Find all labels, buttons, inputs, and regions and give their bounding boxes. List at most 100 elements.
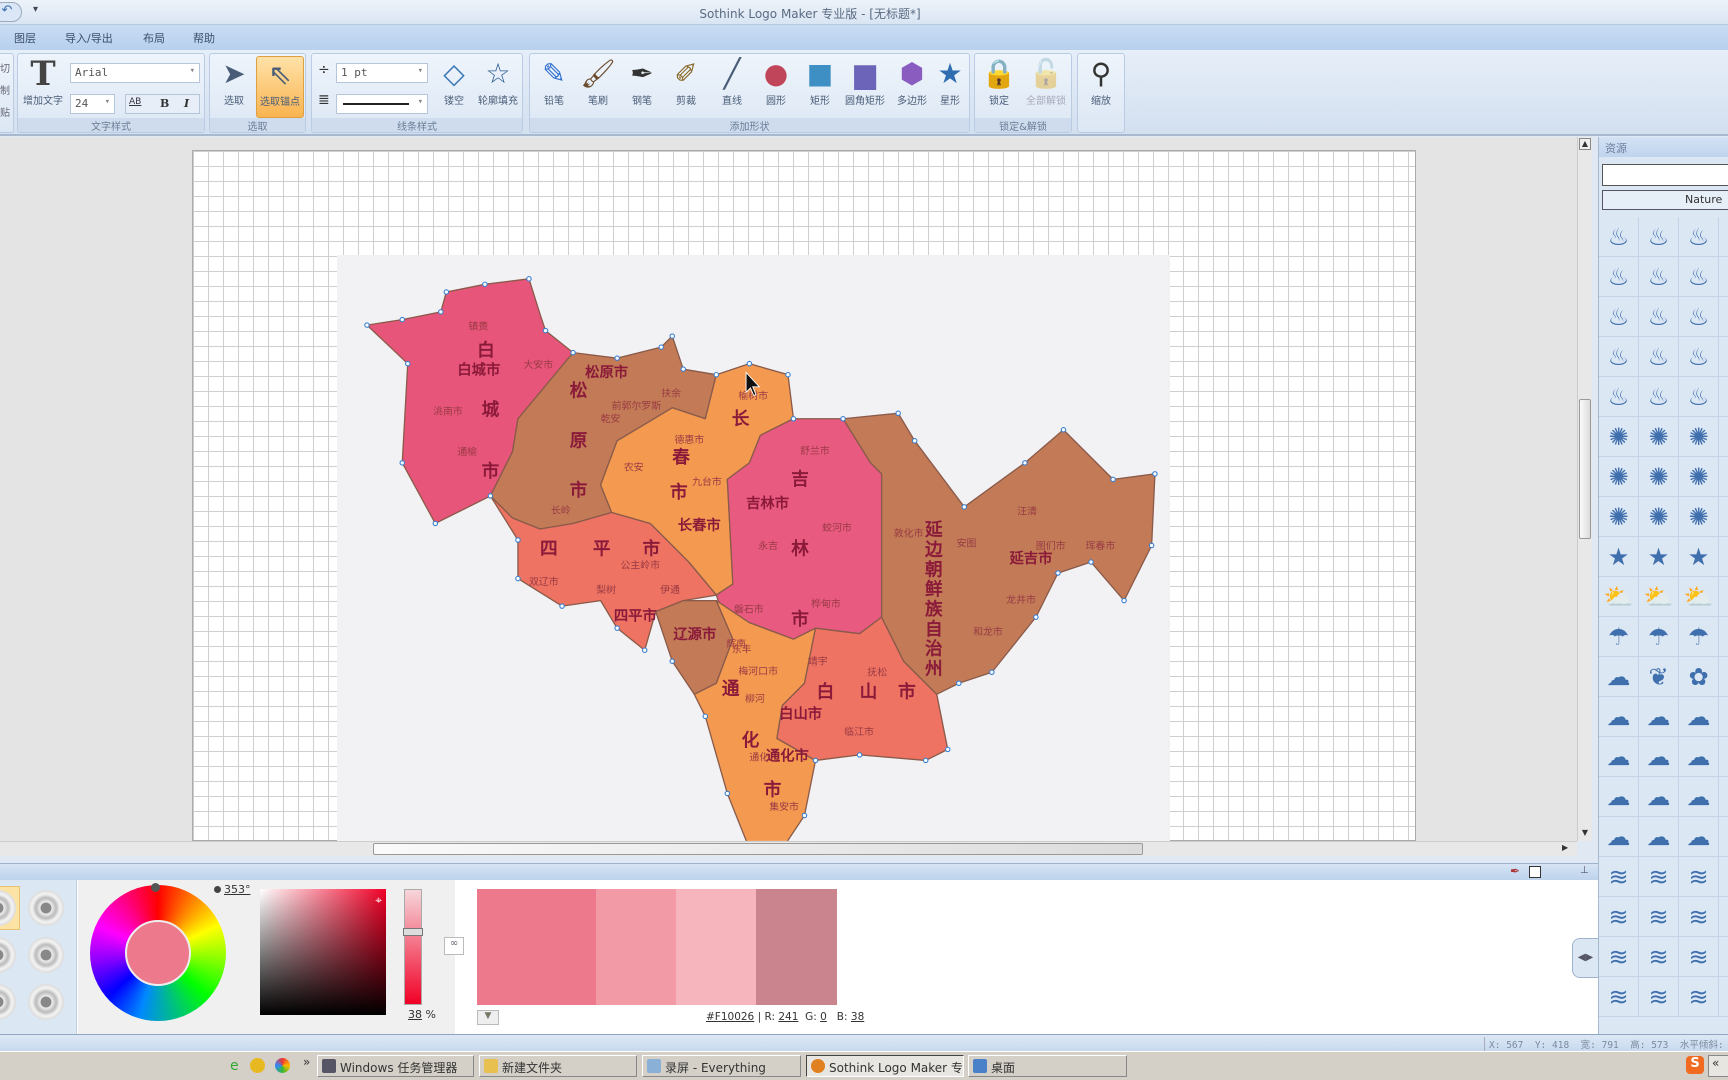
wave-icon[interactable]: ≋ [1639, 937, 1679, 977]
resource-icon-cell[interactable] [1719, 817, 1728, 857]
anchor-point[interactable] [658, 344, 664, 350]
flame-icon[interactable]: ♨ [1679, 257, 1719, 297]
wave-icon[interactable]: ≋ [1679, 857, 1719, 897]
anchor-point[interactable] [895, 410, 901, 417]
flame-icon[interactable]: ♨ [1599, 217, 1639, 257]
anchor-point[interactable] [1060, 427, 1067, 433]
wave-icon[interactable]: ≋ [1639, 977, 1679, 1017]
flame-icon[interactable]: ♨ [1639, 377, 1679, 417]
anchor-point[interactable] [1148, 542, 1155, 549]
anchor-point[interactable] [487, 493, 494, 499]
flame-icon[interactable]: ♨ [1599, 377, 1639, 417]
wave-icon[interactable]: ≋ [1599, 857, 1639, 897]
cloud-sun-icon[interactable]: ⛅ [1599, 577, 1639, 617]
sun-icon[interactable]: ✺ [1679, 417, 1719, 457]
cloud-sun-icon[interactable]: ⛅ [1679, 577, 1719, 617]
anchor-point[interactable] [1055, 570, 1061, 576]
flame-icon[interactable]: ♨ [1679, 297, 1719, 337]
fill-type-button[interactable] [28, 984, 64, 1020]
picker-crosshair-icon[interactable]: ⌖ [375, 893, 382, 908]
cloud-icon[interactable]: ☁ [1679, 737, 1719, 777]
cloud-icon[interactable]: ☁ [1679, 817, 1719, 857]
anchor-point[interactable] [724, 790, 731, 797]
horizontal-scroll-thumb[interactable] [373, 843, 1143, 855]
cloud-icon[interactable]: ☁ [1639, 737, 1679, 777]
link-button[interactable]: ∞ [444, 937, 464, 955]
anchor-point[interactable] [702, 713, 709, 720]
anchor-point[interactable] [559, 603, 565, 609]
anchor-point[interactable] [482, 281, 488, 288]
resource-icon-cell[interactable] [1719, 697, 1728, 737]
flame-icon[interactable]: ♨ [1599, 257, 1639, 297]
sun-icon[interactable]: ✺ [1639, 497, 1679, 537]
sun-icon[interactable]: ✺ [1639, 457, 1679, 497]
fill-type-button[interactable] [0, 937, 16, 973]
leaf-icon[interactable]: ❦ [1639, 657, 1679, 697]
scroll-up-button[interactable]: ▲ [1579, 138, 1591, 150]
vertical-scroll-thumb[interactable] [1579, 399, 1591, 539]
r-value[interactable]: 241 [778, 1011, 798, 1023]
anchor-point[interactable] [515, 575, 521, 582]
wave-icon[interactable]: ≋ [1639, 897, 1679, 937]
scroll-down-button[interactable]: ▼ [1579, 828, 1591, 840]
wave-icon[interactable]: ≋ [1599, 977, 1639, 1017]
color-swatch[interactable] [676, 889, 756, 1005]
flame-icon[interactable]: ♨ [1679, 377, 1719, 417]
hex-value[interactable]: #F10026 [706, 1011, 754, 1023]
cloud-icon[interactable]: ☁ [1639, 697, 1679, 737]
alpha-slider-handle[interactable] [403, 928, 423, 936]
category-select[interactable]: Nature [1602, 190, 1728, 210]
anchor-point[interactable] [404, 360, 411, 367]
anchor-point[interactable] [443, 289, 450, 295]
resource-icon-cell[interactable] [1719, 737, 1728, 777]
quick-launch-more[interactable]: » [303, 1055, 310, 1069]
anchor-point[interactable] [1088, 559, 1094, 565]
resource-icon-cell[interactable] [1719, 777, 1728, 817]
anchor-point[interactable] [669, 333, 675, 339]
cloud-icon[interactable]: ☁ [1599, 657, 1639, 697]
anchor-point[interactable] [801, 812, 808, 819]
resource-search-input[interactable] [1602, 164, 1728, 186]
star-icon[interactable]: ★ [1639, 537, 1679, 577]
flame-icon[interactable]: ♨ [1679, 337, 1719, 377]
anchor-point[interactable] [669, 658, 675, 664]
resource-icon-cell[interactable] [1719, 457, 1728, 497]
anchor-point[interactable] [856, 752, 863, 758]
wave-icon[interactable]: ≋ [1599, 937, 1639, 977]
resource-icon-cell[interactable] [1719, 337, 1728, 377]
anchor-point[interactable] [614, 625, 620, 631]
flame-icon[interactable]: ♨ [1639, 337, 1679, 377]
wave-icon[interactable]: ≋ [1679, 897, 1719, 937]
flower-icon[interactable]: ✿ [1679, 657, 1719, 697]
scroll-right-button[interactable]: ▶ [1562, 843, 1568, 852]
task-desktop[interactable]: 桌面 [968, 1055, 1127, 1077]
star-icon[interactable]: ★ [1599, 537, 1639, 577]
no-fill-icon[interactable] [1529, 866, 1541, 878]
cloud-icon[interactable]: ☁ [1639, 777, 1679, 817]
resource-icon-cell[interactable] [1719, 937, 1728, 977]
anchor-point[interactable] [785, 371, 791, 378]
anchor-point[interactable] [641, 647, 648, 653]
anchor-point[interactable] [713, 371, 720, 378]
task-everything[interactable]: 录屏 - Everything [642, 1055, 801, 1077]
browser-icon[interactable] [250, 1058, 265, 1073]
sogou-ime-icon[interactable]: S [1686, 1056, 1704, 1074]
fill-type-button[interactable] [28, 937, 64, 973]
anchor-point[interactable] [399, 460, 405, 466]
g-value[interactable]: 0 [820, 1011, 827, 1023]
anchor-point[interactable] [399, 316, 405, 323]
flame-icon[interactable]: ♨ [1639, 297, 1679, 337]
anchor-point[interactable] [1033, 614, 1039, 620]
tray-expand-button[interactable]: « [1708, 1055, 1728, 1077]
resource-icon-cell[interactable] [1719, 897, 1728, 937]
cloud-icon[interactable]: ☁ [1639, 817, 1679, 857]
anchor-point[interactable] [364, 322, 370, 328]
resource-icon-cell[interactable] [1719, 217, 1728, 257]
sun-icon[interactable]: ✺ [1599, 497, 1639, 537]
sun-icon[interactable]: ✺ [1639, 417, 1679, 457]
cloud-icon[interactable]: ☁ [1599, 697, 1639, 737]
hue-wheel[interactable] [90, 883, 226, 1021]
vertical-scrollbar[interactable]: ▲ ▼ [1577, 137, 1592, 841]
wave-icon[interactable]: ≋ [1599, 897, 1639, 937]
anchor-point[interactable] [1022, 460, 1028, 466]
